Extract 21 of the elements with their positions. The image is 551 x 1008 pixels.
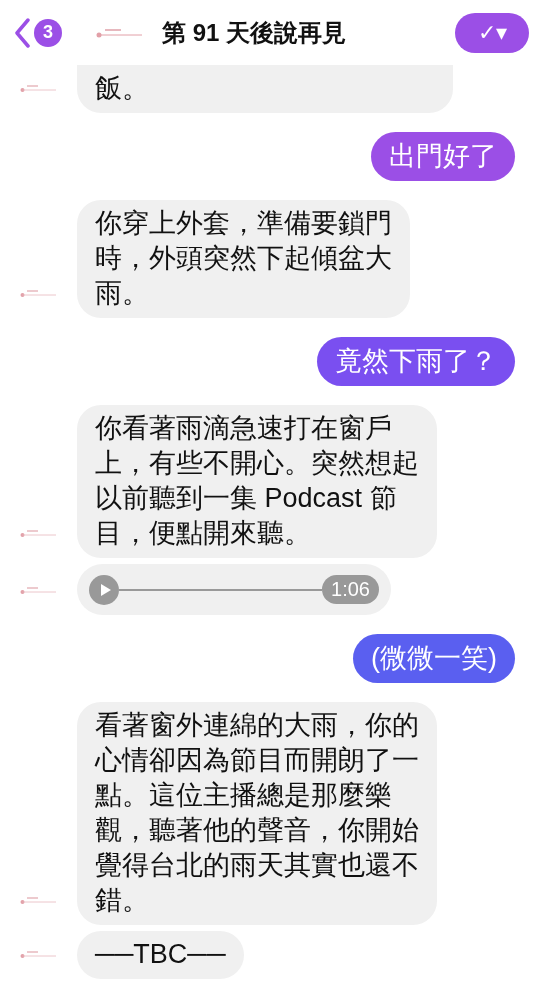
play-icon	[99, 582, 112, 597]
check-menu-button[interactable]: ✓▾	[455, 12, 529, 53]
logo-icon	[20, 949, 56, 959]
chevron-left-icon	[14, 17, 30, 48]
received-message: 你看著雨滴急速打在窗戶 上，有些不開心。突然想起 以前聽到一集 Podcast 節 目，便點開來聽。	[77, 405, 437, 558]
logo-icon	[20, 83, 56, 93]
audio-duration: 1:06	[322, 575, 379, 604]
sent-message: 竟然下雨了？	[317, 337, 515, 386]
received-message: 看著窗外連綿的大雨，你的 心情卻因為節目而開朗了一 點。這位主播總是那麼樂 觀，聽著他的聲音，你開始 覺得台北的雨天其實也還不 錯。	[77, 702, 437, 925]
received-message: 你穿上外套，準備要鎖門 時，外頭突然下起傾盆大 雨。	[77, 200, 410, 318]
sent-message: (微微一笑)	[353, 634, 515, 683]
sent-message: 出門好了	[371, 132, 515, 181]
back-button[interactable]: 3	[14, 17, 62, 48]
logo-icon	[20, 585, 56, 595]
logo-icon	[20, 895, 56, 905]
logo-icon	[20, 288, 56, 298]
logo-icon	[96, 26, 142, 39]
received-message: ──TBC──	[77, 931, 244, 979]
play-button[interactable]	[89, 574, 119, 605]
unread-count: 3	[34, 18, 62, 47]
logo-icon	[20, 528, 56, 538]
